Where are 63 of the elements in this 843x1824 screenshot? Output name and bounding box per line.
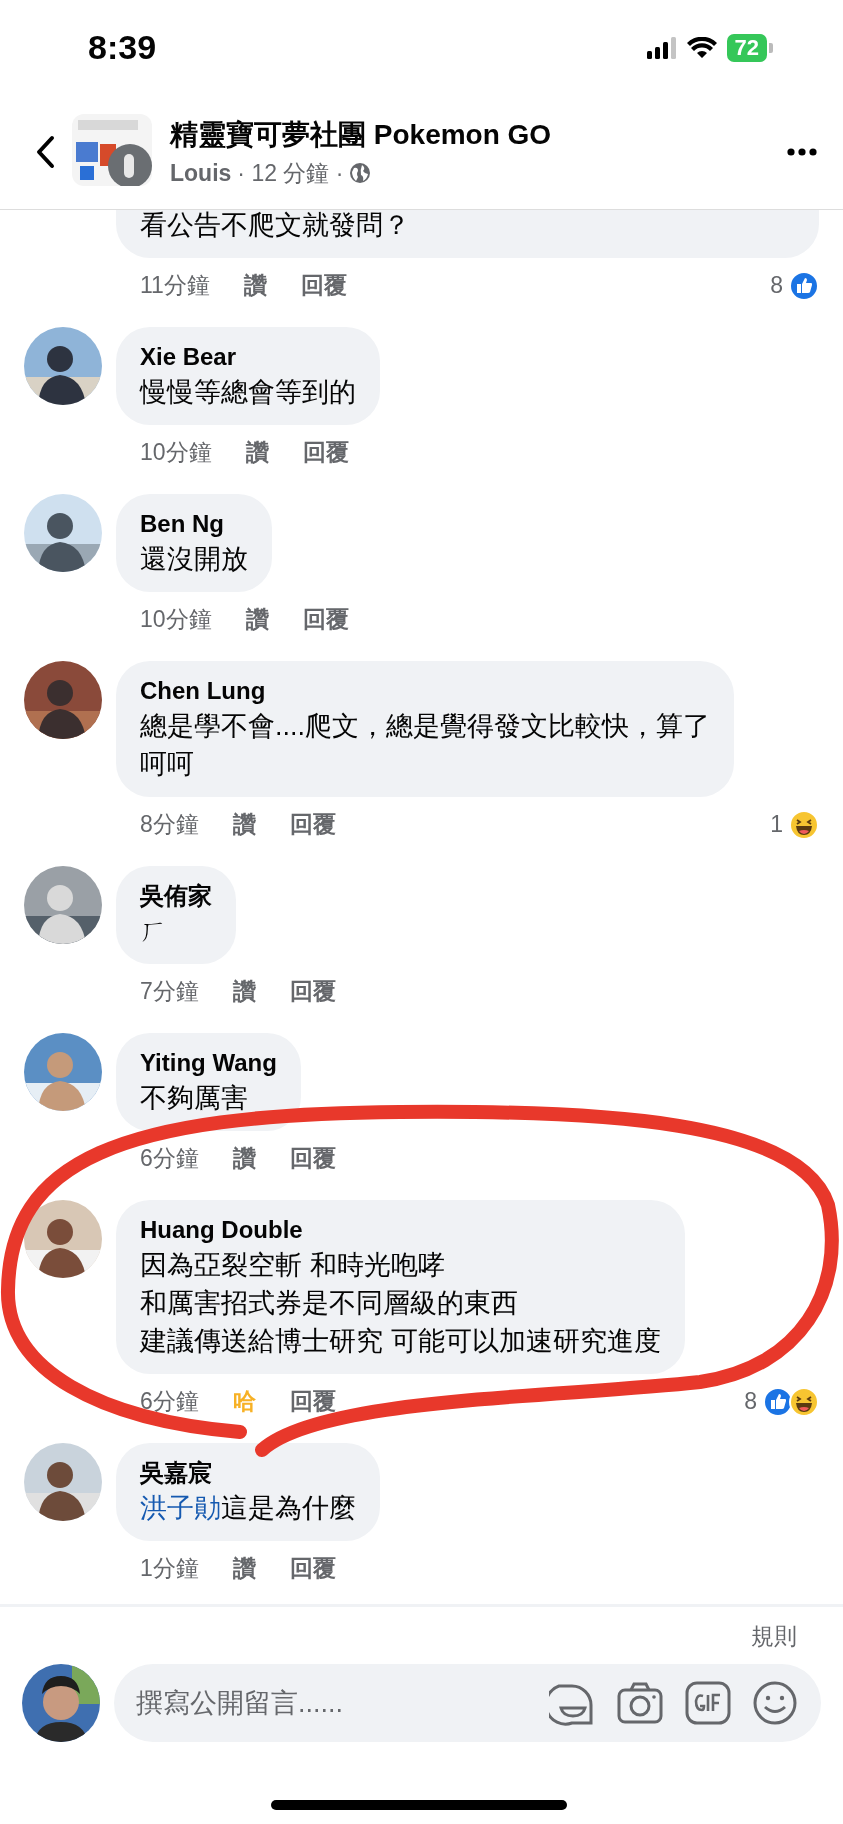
reaction-link[interactable]: 讚 [245, 604, 269, 635]
comment-text: 總是學不會....爬文，總是覺得發文比較快，算了 [140, 710, 710, 743]
comment-time: 11分鐘 [140, 271, 210, 300]
reaction-link[interactable]: 讚 [232, 1553, 256, 1584]
reply-link[interactable]: 回覆 [289, 1143, 336, 1174]
commenter-name[interactable]: Ben Ng [140, 508, 248, 540]
laughing-face-icon [789, 1386, 819, 1417]
commenter-name[interactable]: Yiting Wang [140, 1047, 277, 1079]
rules-link[interactable]: 規則 [751, 1621, 797, 1652]
comment-text: 慢慢等總會等到的 [140, 376, 356, 409]
comment-input[interactable]: 撰寫公開留言...... [134, 1686, 527, 1720]
wifi-icon [686, 36, 717, 59]
laughing-face-icon [789, 809, 819, 840]
commenter-name[interactable]: 吳嘉宸 [140, 1457, 356, 1489]
mention-link[interactable]: 洪子勛 [140, 1489, 221, 1527]
status-time: 8:39 [88, 28, 157, 67]
comment-text: 還沒開放 [140, 543, 248, 576]
reaction-count: 8 [770, 272, 783, 299]
post-author[interactable]: Louis [170, 159, 232, 187]
comment-text: 因為亞裂空斬 和時光咆哮 [140, 1249, 446, 1282]
reaction-count: 8 [744, 1388, 757, 1415]
comment-text: ㄏ [140, 915, 168, 948]
comment-text: 建議傳送給博士研究 可能可以加速研究進度 [140, 1325, 661, 1358]
reaction-link[interactable]: 讚 [245, 437, 269, 468]
comment-time: 1分鐘 [140, 1554, 199, 1583]
reply-link[interactable]: 回覆 [289, 976, 336, 1007]
comment-text: 這是為什麼 [221, 1492, 356, 1525]
comment-text: 呵呵 [140, 748, 195, 781]
group-title[interactable]: 精靈寶可夢社團 Pokemon GO [170, 115, 771, 154]
reply-link[interactable]: 回覆 [302, 604, 349, 635]
reaction-link[interactable]: 讚 [243, 270, 267, 301]
gif-icon[interactable] [685, 1681, 731, 1725]
reply-link[interactable]: 回覆 [302, 437, 349, 468]
comment-text: 和厲害招式券是不同層級的東西 [140, 1287, 519, 1320]
comment-time: 8分鐘 [140, 810, 199, 839]
reply-link[interactable]: 回覆 [289, 809, 336, 840]
battery-indicator: 72 [726, 33, 773, 62]
reaction-count: 1 [770, 811, 783, 838]
post-time: · 12 分鐘 · [237, 158, 344, 188]
reply-link[interactable]: 回覆 [300, 270, 347, 301]
thumbs-up-icon [789, 270, 819, 301]
reply-link[interactable]: 回覆 [289, 1386, 336, 1417]
reaction-link[interactable]: 讚 [232, 1143, 256, 1174]
comment-text: 看公告不爬文就發問？ [140, 210, 411, 242]
commenter-name[interactable]: Huang Double [140, 1214, 661, 1246]
emoji-icon[interactable] [753, 1681, 797, 1725]
commenter-name[interactable]: Chen Lung [140, 675, 710, 707]
comment-time: 10分鐘 [140, 605, 212, 634]
commenter-name[interactable]: 吳侑家 [140, 880, 212, 912]
reply-link[interactable]: 回覆 [289, 1553, 336, 1584]
reaction-link[interactable]: 讚 [232, 976, 256, 1007]
commenter-name[interactable]: Xie Bear [140, 341, 356, 373]
comment-text: 不夠厲害 [140, 1082, 249, 1115]
more-options-icon[interactable] [787, 148, 817, 156]
comment-time: 7分鐘 [140, 977, 199, 1006]
camera-icon[interactable] [617, 1682, 663, 1724]
back-icon[interactable] [34, 135, 56, 169]
globe-icon [349, 162, 372, 184]
comment-time: 6分鐘 [140, 1144, 199, 1173]
signal-icon [646, 36, 677, 59]
comment-time: 10分鐘 [140, 438, 212, 467]
reaction-link[interactable]: 讚 [232, 809, 256, 840]
comment-time: 6分鐘 [140, 1387, 199, 1416]
